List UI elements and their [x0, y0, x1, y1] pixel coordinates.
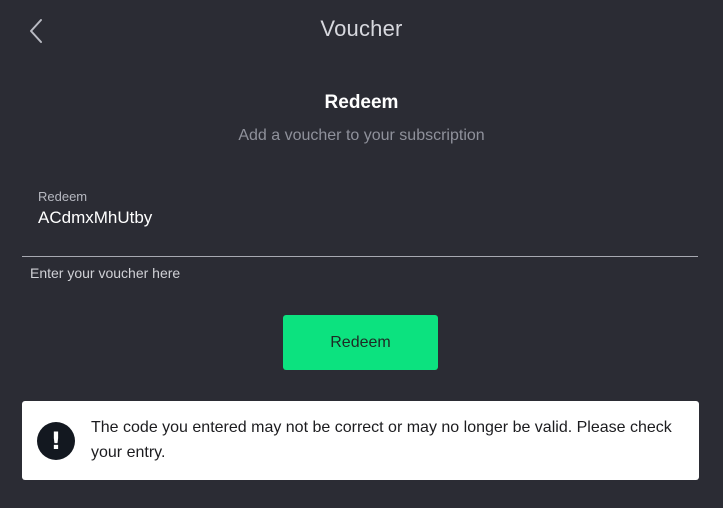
voucher-input-label: Redeem — [38, 189, 88, 204]
voucher-helper-text: Enter your voucher here — [30, 265, 181, 281]
section-subtitle: Add a voucher to your subscription — [238, 127, 485, 144]
exclamation-icon: ! — [37, 422, 75, 460]
redeem-button[interactable]: Redeem — [283, 315, 438, 370]
section-title: Redeem — [324, 92, 399, 113]
error-alert: ! The code you entered may not be correc… — [22, 401, 699, 480]
page-title: Voucher — [320, 16, 403, 41]
voucher-input[interactable]: Redeem ACdmxMhUtby — [22, 182, 698, 257]
voucher-input-value: ACdmxMhUtby — [38, 208, 153, 227]
error-message: The code you entered may not be correct … — [91, 419, 672, 461]
app-header: Voucher — [0, 0, 723, 60]
